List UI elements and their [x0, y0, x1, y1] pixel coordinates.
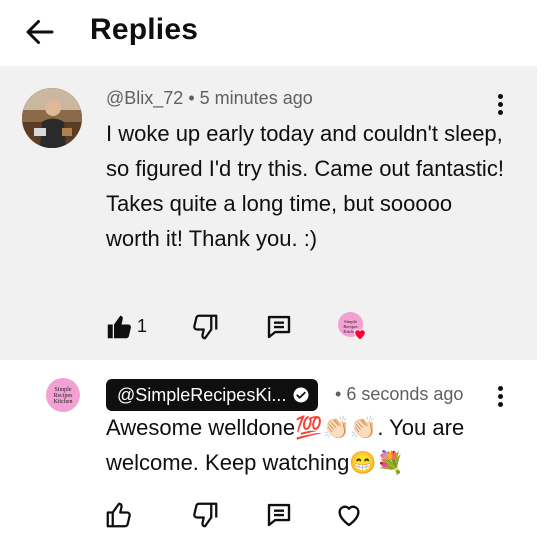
meta-separator: • [335, 384, 342, 404]
comment-time: 5 minutes ago [199, 88, 313, 108]
creator-heart-badge: Simple Recipes Kitchen [338, 312, 370, 344]
more-vert-icon[interactable] [491, 384, 509, 410]
reply-author: @SimpleRecipesKi... [117, 385, 287, 405]
avatar[interactable] [22, 88, 82, 148]
avatar[interactable]: Simple Recipes Kitchen [46, 378, 80, 412]
thumbs-up-icon[interactable] [104, 312, 134, 342]
top-bar: Replies [0, 0, 560, 66]
thumbs-down-icon[interactable] [190, 500, 220, 530]
comment-icon[interactable] [264, 312, 294, 342]
comment-meta: • 6 seconds ago [335, 384, 463, 405]
comment-text: Awesome welldone💯👏🏻👏🏻. You are welcome. … [106, 415, 465, 475]
comment-text: I woke up early today and couldn't sleep… [106, 121, 504, 251]
thumbs-up-icon[interactable] [104, 500, 134, 530]
comment-author[interactable]: @Blix_72 [106, 88, 183, 108]
comment-icon[interactable] [264, 500, 294, 530]
heart-icon [354, 329, 366, 341]
comment-meta: @Blix_72 • 5 minutes ago [106, 88, 313, 109]
reply-comment: Simple Recipes Kitchen @SimpleRecipesKi.… [0, 360, 560, 560]
parent-comment: @Blix_72 • 5 minutes ago I woke up early… [0, 66, 537, 360]
thumbs-down-icon[interactable] [190, 312, 220, 342]
arrow-left-icon[interactable] [22, 14, 58, 50]
creator-name-chip[interactable]: @SimpleRecipesKi... [106, 379, 319, 411]
page-title: Replies [90, 13, 199, 46]
avatar-photo [22, 88, 82, 148]
more-vert-icon[interactable] [491, 92, 509, 118]
like-count: 1 [137, 316, 148, 336]
check-circle-icon [293, 387, 309, 403]
meta-separator: • [188, 88, 195, 108]
comment-time: 6 seconds ago [346, 384, 464, 404]
heart-icon[interactable] [334, 500, 364, 530]
